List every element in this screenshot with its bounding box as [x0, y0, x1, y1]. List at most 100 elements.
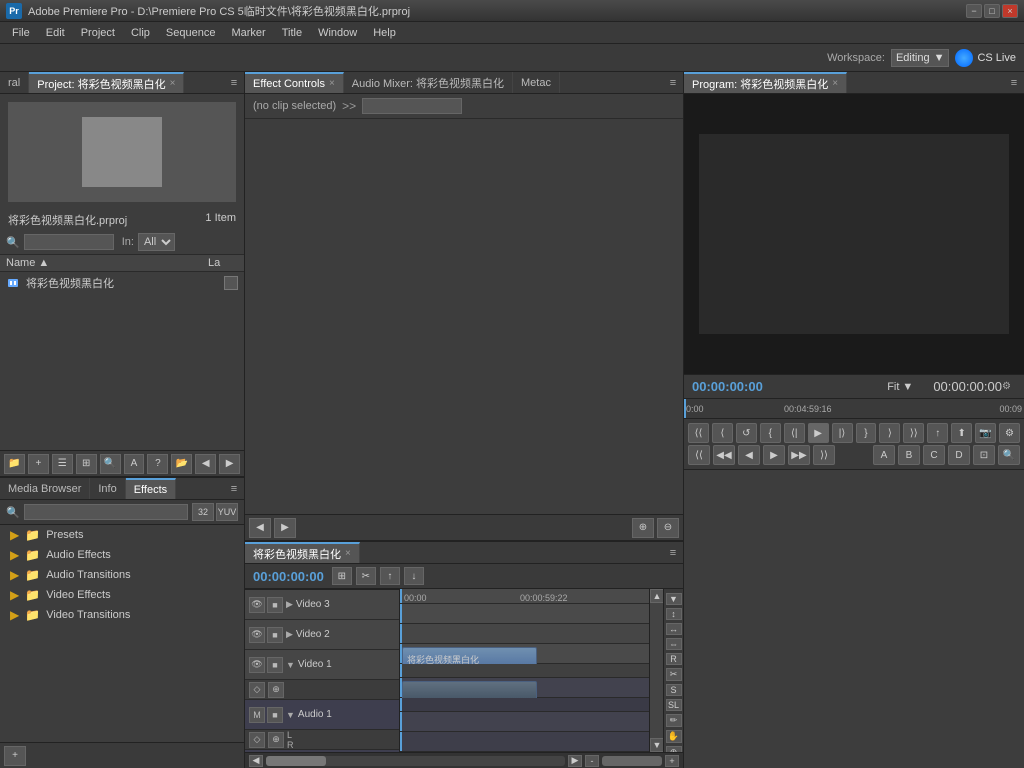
- panel-menu-icon[interactable]: ≡: [224, 72, 244, 93]
- track-clips-v3[interactable]: [400, 604, 649, 624]
- tab-media-browser[interactable]: Media Browser: [0, 478, 90, 499]
- new-item-button[interactable]: +: [28, 454, 49, 474]
- toggle-output-v1[interactable]: 👁: [249, 657, 265, 673]
- tab-audio-mixer[interactable]: Audio Mixer: 将彩色视频黑白化: [344, 72, 513, 93]
- menu-project[interactable]: Project: [73, 25, 123, 41]
- tl-tool-rate[interactable]: R: [666, 653, 682, 665]
- track-clips-v1[interactable]: 将彩色视频黑白化: [400, 644, 649, 664]
- ec-sequence-input[interactable]: [362, 98, 462, 114]
- menu-edit[interactable]: Edit: [38, 25, 73, 41]
- folder-button[interactable]: 📂: [171, 454, 192, 474]
- list-item[interactable]: 将彩色视频黑白化: [0, 272, 244, 294]
- prog-out-mark[interactable]: }: [856, 423, 877, 443]
- prog-safe-margins[interactable]: ⊡: [973, 445, 995, 465]
- lock-v3[interactable]: ■: [267, 597, 283, 613]
- tl-razor-button[interactable]: ✂: [356, 567, 376, 585]
- tab-ec-close[interactable]: ×: [329, 78, 335, 89]
- expand-v2[interactable]: ▶: [286, 629, 293, 640]
- prog-multicam-a[interactable]: A: [873, 445, 895, 465]
- effects-item-presets[interactable]: ▶ 📁 Presets: [0, 525, 244, 545]
- timeline-horizontal-scrollbar[interactable]: ◀ ▶ - +: [245, 752, 683, 768]
- find-button[interactable]: ?: [147, 454, 168, 474]
- vscroll-track[interactable]: [650, 603, 663, 738]
- effects-item-video-effects[interactable]: ▶ 📁 Video Effects: [0, 585, 244, 605]
- icon-view-button[interactable]: ⊞: [76, 454, 97, 474]
- prog-multicam-c[interactable]: C: [923, 445, 945, 465]
- program-settings-icon[interactable]: ⚙: [1002, 381, 1016, 392]
- program-tc-right[interactable]: 00:00:00:00: [933, 379, 1002, 394]
- hscroll-track[interactable]: [266, 756, 565, 766]
- prog-step-fwd1[interactable]: ⟩: [879, 423, 900, 443]
- prog-step-back1[interactable]: ⟨: [712, 423, 733, 443]
- prog-in-mark[interactable]: {: [760, 423, 781, 443]
- new-bin-button[interactable]: 📁: [4, 454, 25, 474]
- track-clips-a3[interactable]: [400, 732, 649, 752]
- search-tb-button[interactable]: 🔍: [100, 454, 121, 474]
- prog-step-fwd-big[interactable]: ⟩⟩: [813, 445, 835, 465]
- menu-sequence[interactable]: Sequence: [158, 25, 224, 41]
- tl-tool-slide[interactable]: SL: [666, 699, 682, 711]
- autom-button[interactable]: A: [124, 454, 145, 474]
- tab-prog-close[interactable]: ×: [832, 78, 838, 89]
- tl-lift-button[interactable]: ↑: [380, 567, 400, 585]
- program-fit-selector[interactable]: Fit ▼: [887, 381, 913, 393]
- expand-a1[interactable]: ▼: [286, 710, 295, 720]
- maximize-button[interactable]: □: [984, 4, 1000, 18]
- prog-slow-fwd[interactable]: ▶: [763, 445, 785, 465]
- tab-metaclip[interactable]: Metac: [513, 72, 560, 93]
- tab-info[interactable]: Info: [90, 478, 125, 499]
- ct-btn1[interactable]: ◀: [249, 518, 271, 538]
- vscroll-up-btn[interactable]: ▲: [650, 589, 664, 603]
- tl-tool-razor[interactable]: ✂: [666, 668, 682, 681]
- fx-32-button[interactable]: 32: [192, 503, 214, 521]
- toggle-output-v2[interactable]: 👁: [249, 627, 265, 643]
- ct-zoom-out-btn[interactable]: ⊖: [657, 518, 679, 538]
- tab-tl-close[interactable]: ×: [345, 548, 351, 559]
- v1-key-btn[interactable]: ◇: [249, 682, 265, 698]
- prog-lift[interactable]: ↑: [927, 423, 948, 443]
- track-clips-a2[interactable]: [400, 712, 649, 732]
- lock-v1[interactable]: ■: [267, 657, 283, 673]
- lock-v2[interactable]: ■: [267, 627, 283, 643]
- project-search-input[interactable]: [24, 234, 114, 250]
- a1-sync-btn[interactable]: ⊕: [268, 732, 284, 748]
- prog-export-frame[interactable]: 📷: [975, 423, 996, 443]
- toggle-output-v3[interactable]: 👁: [249, 597, 265, 613]
- workspace-selector[interactable]: Editing ▼: [891, 49, 950, 67]
- effects-item-video-transitions[interactable]: ▶ 📁 Video Transitions: [0, 605, 244, 625]
- menu-marker[interactable]: Marker: [223, 25, 273, 41]
- v1-sync-btn[interactable]: ⊕: [268, 682, 284, 698]
- tl-tool-roll[interactable]: ⇔: [666, 638, 682, 650]
- nav-back-button[interactable]: ◀: [195, 454, 216, 474]
- nav-fwd-button[interactable]: ▶: [219, 454, 240, 474]
- a1-key-btn[interactable]: ◇: [249, 732, 265, 748]
- tab-project-close[interactable]: ×: [170, 78, 176, 89]
- expand-v1[interactable]: ▼: [286, 660, 295, 670]
- ec-arrows-button[interactable]: >>: [342, 99, 356, 113]
- prog-fast-fwd[interactable]: ▶▶: [788, 445, 810, 465]
- prog-go-out[interactable]: |⟩: [832, 423, 853, 443]
- effects-item-audio-transitions[interactable]: ▶ 📁 Audio Transitions: [0, 565, 244, 585]
- prog-step-back-big[interactable]: ⟨⟨: [688, 445, 710, 465]
- ct-zoom-btn[interactable]: ⊕: [632, 518, 654, 538]
- hscroll-plus-btn[interactable]: +: [665, 755, 679, 767]
- prog-step-back5[interactable]: ⟨⟨: [688, 423, 709, 443]
- prog-zoom-icon[interactable]: 🔍: [998, 445, 1020, 465]
- vscroll-down-btn[interactable]: ▼: [650, 738, 664, 752]
- hscroll-thumb[interactable]: [266, 756, 326, 766]
- timeline-panel-menu[interactable]: ≡: [663, 542, 683, 563]
- tab-effect-controls[interactable]: Effect Controls ×: [245, 72, 344, 93]
- expand-v3[interactable]: ▶: [286, 599, 293, 610]
- tl-snap-button[interactable]: ⊞: [332, 567, 352, 585]
- menu-file[interactable]: File: [4, 25, 38, 41]
- tab-ral[interactable]: ral: [0, 72, 29, 93]
- prog-step-fwd5[interactable]: ⟩⟩: [903, 423, 924, 443]
- track-clips-a1[interactable]: [400, 678, 649, 698]
- tab-project[interactable]: Project: 将彩色视频黑白化 ×: [29, 72, 184, 93]
- toggle-output-a1[interactable]: M: [249, 707, 265, 723]
- tab-program-monitor[interactable]: Program: 将彩色视频黑白化 ×: [684, 72, 847, 93]
- tab-timeline[interactable]: 将彩色视频黑白化 ×: [245, 542, 360, 563]
- tl-tool-hand[interactable]: ✋: [666, 730, 682, 743]
- prog-multicam-d[interactable]: D: [948, 445, 970, 465]
- prog-multicam-b[interactable]: B: [898, 445, 920, 465]
